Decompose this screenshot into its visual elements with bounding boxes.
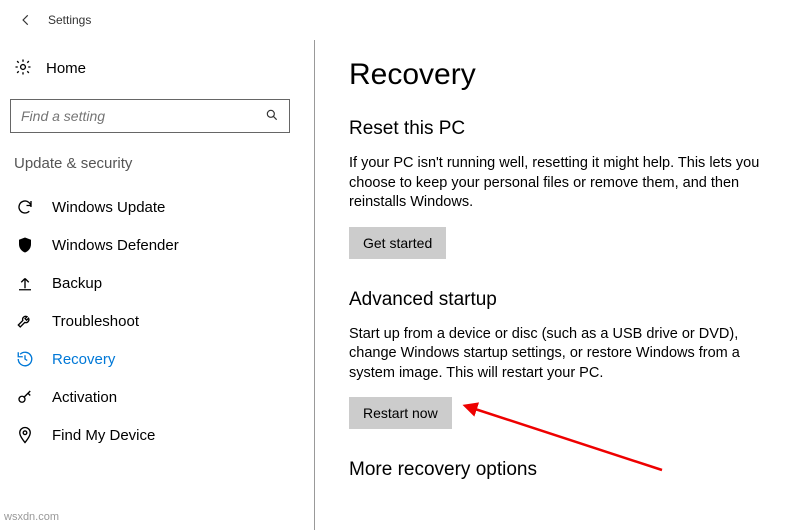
header-title: Settings xyxy=(48,13,91,27)
more-recovery-heading: More recovery options xyxy=(349,459,766,481)
search-box[interactable] xyxy=(10,99,290,133)
home-button[interactable]: Home xyxy=(10,52,290,85)
wrench-icon xyxy=(16,312,34,330)
nav-label: Backup xyxy=(52,275,102,292)
reset-heading: Reset this PC xyxy=(349,118,766,140)
sidebar-item-windows-update[interactable]: Windows Update xyxy=(10,188,290,226)
gear-icon xyxy=(14,58,32,79)
home-label: Home xyxy=(46,60,86,77)
shield-icon xyxy=(16,236,34,254)
sidebar-item-windows-defender[interactable]: Windows Defender xyxy=(10,226,290,264)
search-icon xyxy=(265,108,279,125)
sidebar: Home Update & security Windows Update Wi… xyxy=(0,40,300,530)
nav-label: Find My Device xyxy=(52,427,155,444)
watermark: wsxdn.com xyxy=(4,511,59,523)
sidebar-item-activation[interactable]: Activation xyxy=(10,378,290,416)
sidebar-item-troubleshoot[interactable]: Troubleshoot xyxy=(10,302,290,340)
nav-label: Recovery xyxy=(52,351,115,368)
backup-icon xyxy=(16,274,34,292)
advanced-startup-heading: Advanced startup xyxy=(349,289,766,311)
sidebar-item-find-my-device[interactable]: Find My Device xyxy=(10,416,290,454)
sync-icon xyxy=(16,198,34,216)
page-title: Recovery xyxy=(349,58,766,92)
history-icon xyxy=(16,350,34,368)
reset-description: If your PC isn't running well, resetting… xyxy=(349,154,766,213)
sidebar-section-title: Update & security xyxy=(10,153,290,174)
nav-label: Windows Update xyxy=(52,199,165,216)
nav-label: Activation xyxy=(52,389,117,406)
advanced-startup-description: Start up from a device or disc (such as … xyxy=(349,325,766,384)
nav-label: Windows Defender xyxy=(52,237,179,254)
content-pane: Recovery Reset this PC If your PC isn't … xyxy=(314,40,800,530)
location-icon xyxy=(16,426,34,444)
window-header: Settings xyxy=(0,0,800,40)
sidebar-item-backup[interactable]: Backup xyxy=(10,264,290,302)
back-icon[interactable] xyxy=(18,12,34,28)
nav-label: Troubleshoot xyxy=(52,313,139,330)
search-input[interactable] xyxy=(21,108,265,124)
key-icon xyxy=(16,388,34,406)
get-started-button[interactable]: Get started xyxy=(349,227,446,259)
restart-now-button[interactable]: Restart now xyxy=(349,397,452,429)
sidebar-item-recovery[interactable]: Recovery xyxy=(10,340,290,378)
